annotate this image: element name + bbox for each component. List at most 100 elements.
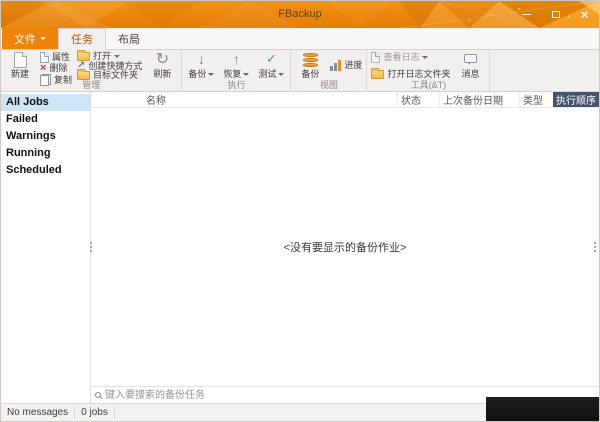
window-controls: ×: [512, 1, 599, 28]
new-document-icon: [14, 52, 27, 68]
run-backup-label: 备份: [188, 70, 206, 79]
status-jobs: 0 jobs: [75, 407, 115, 419]
view-log-icon: [371, 52, 380, 63]
tab-layout[interactable]: 布局: [106, 28, 152, 49]
new-job-label: 新建: [11, 70, 29, 79]
group-label-manage: 管理: [5, 80, 177, 91]
minimize-button[interactable]: [512, 1, 541, 28]
column-header-status[interactable]: 状态: [397, 92, 439, 107]
copy-icon: [40, 74, 51, 86]
messages-label: 消息: [461, 70, 479, 79]
list-body: <没有要显示的备份作业>: [91, 108, 599, 386]
restore-label: 恢复: [223, 70, 241, 79]
open-label: 打开: [93, 52, 111, 61]
status-messages: No messages: [1, 407, 75, 419]
run-backup-button[interactable]: ↓ 备份: [186, 51, 216, 80]
test-button[interactable]: ✓ 测试: [256, 51, 286, 80]
column-header-name[interactable]: 名称: [91, 92, 397, 107]
progress-icon: [330, 60, 341, 71]
chevron-down-icon: [243, 73, 249, 76]
sidebar-item-running[interactable]: Running: [1, 145, 90, 162]
manage-button-column-1: 属性 × 删除 复制: [40, 51, 72, 80]
view-log-label: 查看日志: [383, 53, 419, 62]
ribbon-group-manage: 新建 属性 × 删除 复制: [1, 50, 182, 91]
open-button[interactable]: 打开: [77, 52, 142, 61]
destination-folder-button[interactable]: 目标文件夹: [77, 71, 142, 80]
sidebar: All Jobs Failed Warnings Running Schedul…: [1, 92, 91, 403]
messages-icon: [464, 54, 477, 63]
restore-icon: ↑: [233, 52, 240, 66]
ribbon-group-view: 备份 进度 视图: [291, 50, 367, 91]
column-header-order[interactable]: 执行顺序: [553, 92, 599, 107]
sidebar-item-scheduled[interactable]: Scheduled: [1, 162, 90, 179]
messages-button[interactable]: 消息: [455, 51, 485, 80]
manage-button-column-2: 打开 ↗ 创建快捷方式 目标文件夹: [77, 51, 142, 80]
column-header-type[interactable]: 类型: [519, 92, 553, 107]
chevron-down-icon: [278, 73, 284, 76]
column-header-last-backup[interactable]: 上次备份日期: [439, 92, 519, 107]
group-label-view: 视图: [295, 80, 362, 91]
test-icon: ✓: [266, 52, 277, 65]
properties-button[interactable]: 属性: [40, 52, 72, 63]
open-folder-icon: [77, 52, 90, 61]
view-backup-label: 备份: [301, 70, 319, 79]
progress-label: 进度: [344, 61, 362, 70]
destination-folder-label: 目标文件夹: [93, 71, 138, 80]
ribbon-group-tools: 查看日志 打开日志文件夹 消息 工具(&T): [367, 50, 490, 91]
list-header: 名称 状态 上次备份日期 类型 执行顺序: [91, 92, 599, 108]
ribbon-group-execute: ↓ 备份 ↑ 恢复 ✓ 测试 执行: [182, 50, 291, 91]
run-backup-icon: ↓: [198, 52, 205, 66]
open-log-folder-label: 打开日志文件夹: [387, 70, 450, 79]
sidebar-item-all-jobs[interactable]: All Jobs: [1, 94, 90, 111]
group-label-tools: 工具(&T): [371, 80, 485, 91]
tools-button-column: 查看日志 打开日志文件夹: [371, 51, 450, 80]
database-icon: [303, 52, 318, 67]
test-label: 测试: [258, 70, 276, 79]
ribbon: 新建 属性 × 删除 复制: [1, 50, 599, 92]
search-icon: [95, 392, 101, 398]
destination-folder-icon: [77, 71, 90, 80]
view-backup-button[interactable]: 备份: [295, 51, 325, 80]
chevron-down-icon: [208, 73, 214, 76]
tab-file-label: 文件: [14, 31, 36, 47]
splitter-handle-left[interactable]: [90, 242, 92, 244]
maximize-button[interactable]: [541, 1, 570, 28]
properties-icon: [40, 52, 49, 63]
main-area: All Jobs Failed Warnings Running Schedul…: [1, 92, 599, 403]
window-title: FBackup: [1, 1, 599, 28]
app-window: FBackup × 文件 任务 布局 新建: [0, 0, 600, 422]
titlebar: FBackup ×: [1, 1, 599, 28]
tab-task[interactable]: 任务: [58, 28, 106, 50]
refresh-icon: ↻: [156, 52, 169, 68]
chevron-down-icon: [40, 37, 46, 40]
splitter-handle-right[interactable]: [594, 242, 596, 244]
tab-layout-label: 布局: [118, 31, 140, 47]
tab-task-label: 任务: [71, 31, 93, 47]
close-button[interactable]: ×: [570, 1, 599, 28]
delete-label: 删除: [49, 64, 67, 73]
sidebar-item-warnings[interactable]: Warnings: [1, 128, 90, 145]
job-list-area: 名称 状态 上次备份日期 类型 执行顺序 <没有要显示的备份作业>: [91, 92, 599, 403]
minimize-icon: [522, 14, 531, 15]
progress-button[interactable]: 进度: [330, 60, 362, 71]
dark-overlay: [486, 397, 599, 421]
chevron-down-icon: [114, 55, 120, 58]
new-job-button[interactable]: 新建: [5, 51, 35, 80]
log-folder-icon: [371, 70, 384, 79]
restore-button[interactable]: ↑ 恢复: [221, 51, 251, 80]
close-icon: ×: [581, 8, 589, 21]
empty-message: <没有要显示的备份作业>: [284, 239, 407, 255]
refresh-button[interactable]: ↻ 刷新: [147, 51, 177, 80]
maximize-icon: [552, 11, 560, 18]
chevron-down-icon: [422, 56, 428, 59]
delete-icon: ×: [40, 63, 46, 74]
sidebar-item-failed[interactable]: Failed: [1, 111, 90, 128]
refresh-label: 刷新: [153, 70, 171, 79]
tab-file[interactable]: 文件: [2, 28, 58, 49]
view-log-button[interactable]: 查看日志: [371, 52, 450, 63]
ribbon-tabrow: 文件 任务 布局: [1, 28, 599, 50]
group-label-execute: 执行: [186, 80, 286, 91]
ribbon-filler: [490, 50, 599, 91]
delete-button[interactable]: × 删除: [40, 63, 72, 74]
open-log-folder-button[interactable]: 打开日志文件夹: [371, 70, 450, 79]
